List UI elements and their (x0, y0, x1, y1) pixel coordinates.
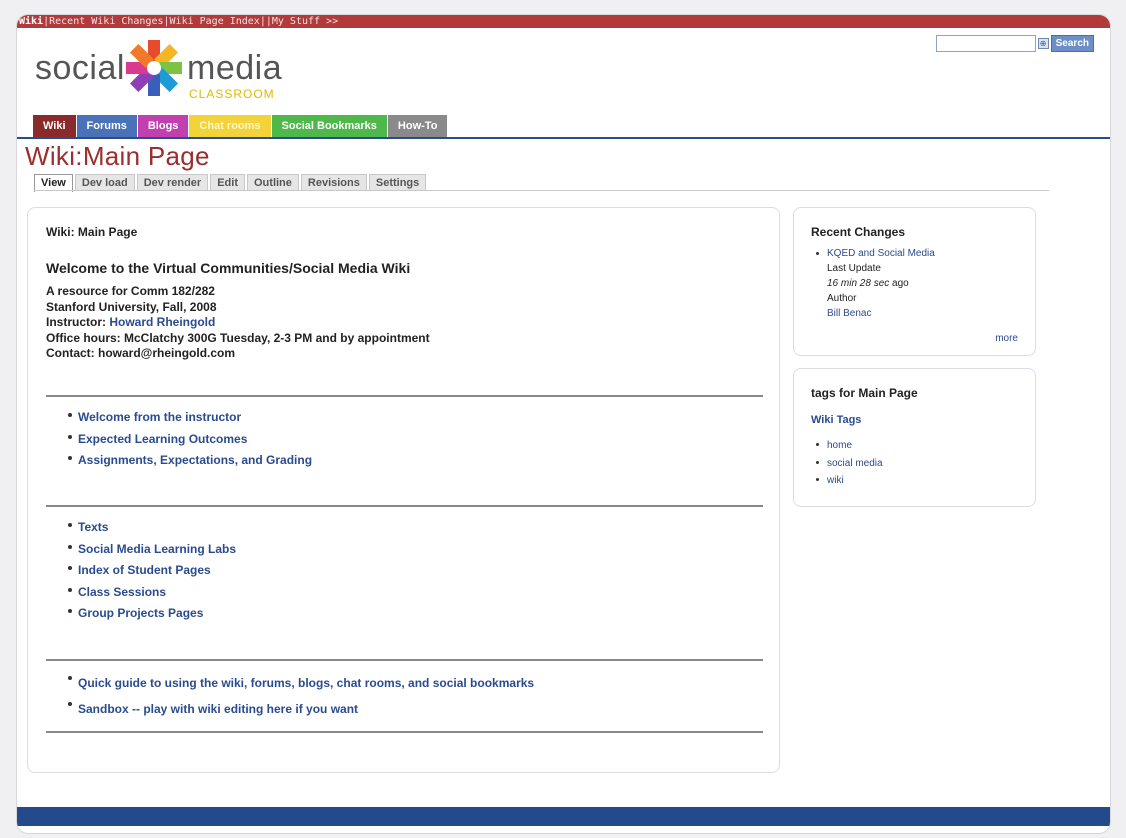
list-item[interactable]: Quick guide to using the wiki, forums, b… (68, 670, 534, 696)
tab-edit[interactable]: Edit (210, 174, 245, 191)
instructor-link[interactable]: Howard Rheingold (109, 315, 215, 329)
welcome-heading: Welcome to the Virtual Communities/Socia… (46, 260, 411, 276)
tags-card: tags for Main Page Wiki Tags home social… (793, 368, 1036, 507)
wiki-tags-link[interactable]: Wiki Tags (811, 414, 861, 426)
tab-revisions[interactable]: Revisions (300, 174, 367, 191)
recent-changes-title: Recent Changes (811, 225, 906, 239)
topbar-wiki-link[interactable]: Wiki (19, 16, 43, 27)
divider (46, 731, 763, 733)
time-suffix: ago (889, 278, 909, 289)
info-instructor: Instructor: Howard Rheingold (46, 315, 430, 331)
footer-bar (17, 807, 1110, 826)
list-item: wiki (816, 472, 883, 490)
list-item[interactable]: Class Sessions (68, 582, 236, 604)
search-button[interactable]: Search (1050, 35, 1094, 52)
recent-changes-card: Recent Changes KQED and Social Media Las… (793, 207, 1036, 356)
link-list-intro: Welcome from the instructor Expected Lea… (68, 407, 312, 472)
page-tabs: View Dev load Dev render Edit Outline Re… (34, 174, 428, 192)
divider (46, 505, 763, 507)
top-link-bar: Wiki|Recent Wiki Changes|Wiki Page Index… (17, 15, 1110, 28)
info-contact: Contact: howard@rheingold.com (46, 346, 236, 360)
link-list-resources: Texts Social Media Learning Labs Index o… (68, 517, 236, 625)
nav-tab-forums[interactable]: Forums (76, 115, 138, 137)
instructor-label: Instructor: (46, 315, 110, 329)
search-input[interactable] (935, 35, 1036, 52)
logo-star-icon (126, 40, 182, 96)
list-item[interactable]: Sandbox -- play with wiki editing here i… (68, 696, 534, 722)
main-content-card: Wiki: Main Page Welcome to the Virtual C… (27, 207, 780, 773)
link-list-guides: Quick guide to using the wiki, forums, b… (68, 670, 534, 722)
author-link[interactable]: Bill Benac (827, 308, 871, 319)
divider (46, 659, 763, 661)
last-update-time: 16 min 28 sec ago (816, 276, 935, 291)
recent-changes-list: KQED and Social Media Last Update 16 min… (816, 246, 935, 321)
list-item: KQED and Social Media (816, 246, 935, 261)
divider (46, 395, 763, 397)
tag-link-home[interactable]: home (827, 440, 852, 451)
breadcrumb: Wiki: Main Page (46, 225, 138, 239)
topbar-links[interactable]: |Recent Wiki Changes|Wiki Page Index||My… (43, 16, 338, 27)
list-item[interactable]: Welcome from the instructor (68, 407, 312, 429)
course-info: A resource for Comm 182/282 Stanford Uni… (46, 284, 430, 362)
author-label: Author (827, 293, 857, 304)
more-link[interactable]: more (995, 333, 1018, 344)
last-update-label: Last Update (827, 263, 881, 274)
tag-link-social-media[interactable]: social media (827, 458, 883, 469)
nav-tab-how-to[interactable]: How-To (387, 115, 449, 137)
info-university: Stanford University, Fall, 2008 (46, 299, 217, 314)
logo-word-social: social (35, 49, 125, 87)
tag-link-wiki[interactable]: wiki (827, 475, 844, 486)
list-item[interactable]: Expected Learning Outcomes (68, 429, 312, 451)
tab-settings[interactable]: Settings (368, 174, 427, 191)
info-resource: A resource for Comm 182/282 (46, 284, 215, 298)
browser-frame: Wiki|Recent Wiki Changes|Wiki Page Index… (16, 14, 1111, 834)
site-logo[interactable]: social media CLASSROOM (35, 35, 295, 101)
logo-word-media: media (187, 49, 283, 87)
nav-tab-blogs[interactable]: Blogs (137, 115, 190, 137)
tags-title: tags for Main Page (811, 386, 918, 400)
author-entry: Bill Benac (816, 306, 935, 321)
tags-list: home social media wiki (816, 437, 883, 490)
tab-outline[interactable]: Outline (247, 174, 299, 191)
nav-tab-chat-rooms[interactable]: Chat rooms (189, 115, 272, 137)
logo-word-classroom: CLASSROOM (189, 87, 275, 101)
search-options-icon[interactable]: ⊕ (1037, 38, 1049, 49)
nav-divider (17, 137, 1110, 139)
list-item: home (816, 437, 883, 455)
main-nav: Wiki Forums Blogs Chat rooms Social Book… (33, 115, 449, 137)
list-item[interactable]: Texts (68, 517, 236, 539)
nav-tab-social-bookmarks[interactable]: Social Bookmarks (271, 115, 388, 137)
info-office-hours: Office hours: McClatchy 300G Tuesday, 2-… (46, 330, 430, 345)
tab-dev-render[interactable]: Dev render (136, 174, 209, 191)
list-item[interactable]: Assignments, Expectations, and Grading (68, 450, 312, 472)
tabs-divider (34, 190, 1049, 191)
list-item[interactable]: Index of Student Pages (68, 560, 236, 582)
time-value: 16 min 28 sec (827, 278, 890, 289)
list-item[interactable]: Group Projects Pages (68, 603, 236, 625)
recent-change-link[interactable]: KQED and Social Media (827, 248, 935, 259)
tab-dev-load[interactable]: Dev load (74, 174, 135, 191)
nav-tab-wiki[interactable]: Wiki (33, 115, 77, 137)
page-title: Wiki:Main Page (25, 141, 210, 171)
search-area: ⊕ Search (935, 35, 1094, 52)
list-item: social media (816, 455, 883, 473)
list-item[interactable]: Social Media Learning Labs (68, 539, 236, 561)
